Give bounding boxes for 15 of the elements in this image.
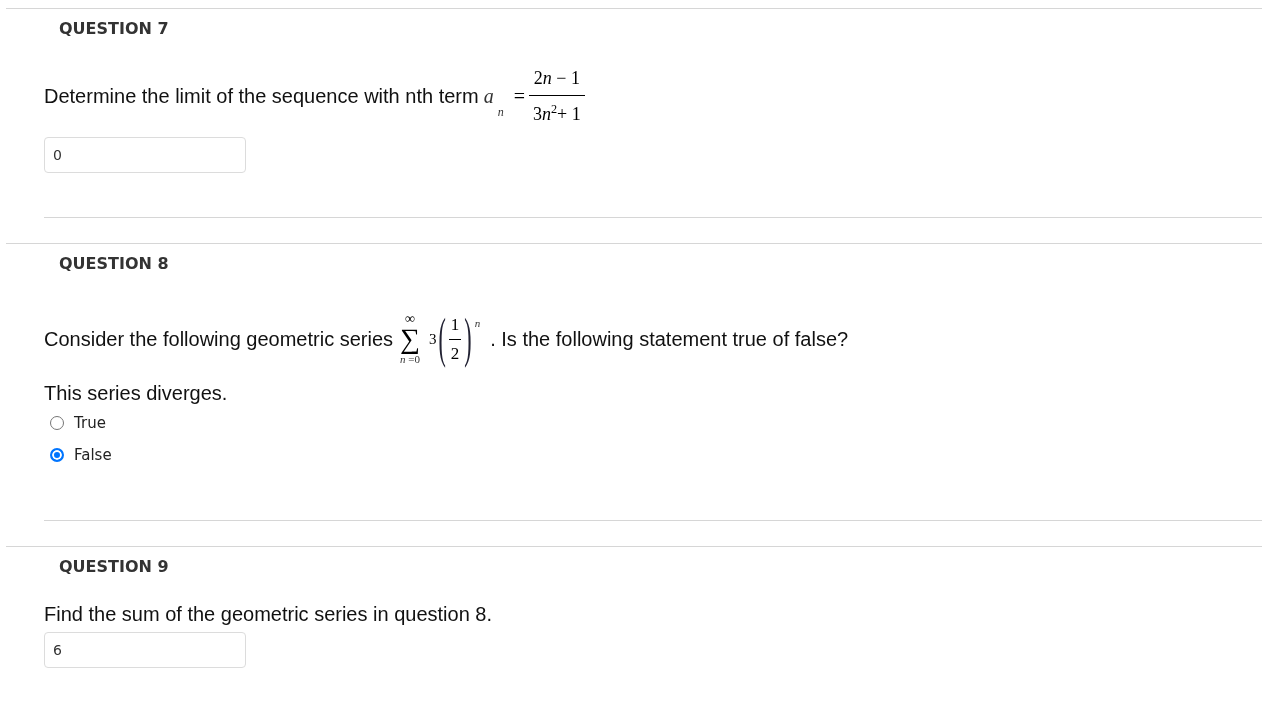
radio-button[interactable] <box>50 448 64 462</box>
option-label[interactable]: False <box>74 445 112 465</box>
question-heading: QUESTION 9 <box>58 556 170 577</box>
answer-field[interactable]: 6 <box>44 632 246 668</box>
option-label[interactable]: True <box>74 413 106 433</box>
math-formula: a n = 2n − 1 3n$^{2}$+ 1 <box>483 66 585 126</box>
question-heading: QUESTION 7 <box>58 18 170 39</box>
question-text: Determine the limit of the sequence with nth term <box>44 84 479 108</box>
question-heading: QUESTION 8 <box>58 253 170 274</box>
statement-text: This series diverges. <box>44 381 229 405</box>
question-text: . Is the following statement true of false? <box>490 327 849 351</box>
radio-button[interactable] <box>50 416 64 430</box>
question-text: Consider the following geometric series <box>44 327 394 351</box>
question-text: Find the sum of the geometric series in question 8. <box>44 602 492 626</box>
answer-field[interactable]: 0 <box>44 137 246 173</box>
